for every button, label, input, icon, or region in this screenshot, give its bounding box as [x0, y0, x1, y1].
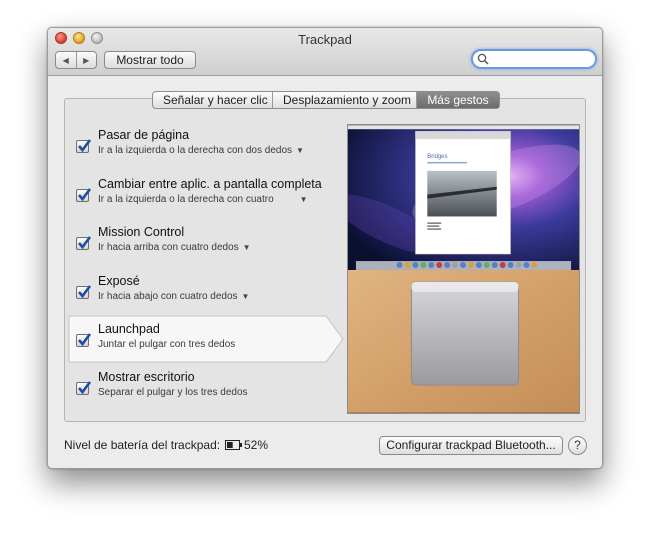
- checkbox-launchpad[interactable]: [76, 333, 92, 347]
- gesture-launchpad[interactable]: Launchpad Juntar el pulgar con tres dedo…: [68, 320, 338, 364]
- gesture-title: Exposé: [98, 274, 140, 288]
- dropdown-arrow-icon: ▼: [296, 146, 304, 155]
- checkbox-expose[interactable]: [76, 285, 92, 299]
- checkmark-icon: [78, 333, 92, 347]
- forward-arrow-icon[interactable]: ▶: [77, 52, 97, 68]
- tab-point-and-click[interactable]: Señalar y hacer clic: [153, 92, 273, 108]
- setup-bluetooth-trackpad-button[interactable]: Configurar trackpad Bluetooth...: [379, 436, 563, 455]
- gesture-option-menu[interactable]: Ir hacia abajo con cuatro dedos ▼: [98, 291, 249, 302]
- battery-icon: [225, 440, 242, 450]
- gesture-option-menu[interactable]: Ir a la izquierda o la derecha con cuatr…: [98, 194, 308, 205]
- gesture-preview-video: Bridges: [347, 124, 580, 414]
- back-forward-control: ◀ ▶: [55, 51, 97, 69]
- checkmark-icon: [78, 188, 92, 202]
- checkbox-show-desktop[interactable]: [76, 381, 92, 395]
- checkmark-icon: [78, 285, 92, 299]
- gesture-description: Separar el pulgar y los tres dedos: [98, 387, 248, 398]
- search-input[interactable]: [490, 52, 592, 66]
- gesture-expose[interactable]: Exposé Ir hacia abajo con cuatro dedos ▼: [68, 272, 338, 316]
- search-field[interactable]: [471, 49, 597, 69]
- title-bar: Trackpad ◀ ▶ Mostrar todo: [48, 28, 602, 76]
- dropdown-arrow-icon: ▼: [242, 243, 251, 252]
- tab-more-gestures[interactable]: Más gestos: [417, 92, 499, 108]
- checkbox-swipe-pages[interactable]: [76, 139, 92, 153]
- battery-level-label: Nivel de batería del trackpad:: [64, 438, 221, 452]
- gesture-option-menu[interactable]: Ir hacia arriba con cuatro dedos ▼: [98, 242, 251, 253]
- checkmark-icon: [78, 139, 92, 153]
- checkmark-icon: [78, 381, 92, 395]
- tab-scroll-and-zoom[interactable]: Desplazamiento y zoom: [273, 92, 417, 108]
- gesture-title: Cambiar entre aplic. a pantalla completa: [98, 177, 322, 191]
- gesture-show-desktop[interactable]: Mostrar escritorio Separar el pulgar y l…: [68, 368, 338, 412]
- preview-document-title: Bridges: [427, 154, 447, 160]
- gesture-description: Juntar el pulgar con tres dedos: [98, 339, 236, 350]
- checkbox-mission-control[interactable]: [76, 236, 92, 250]
- gesture-title: Mostrar escritorio: [98, 370, 195, 384]
- tab-bar: Señalar y hacer clic Desplazamiento y zo…: [152, 91, 500, 109]
- gesture-title: Mission Control: [98, 225, 185, 239]
- checkmark-icon: [78, 236, 92, 250]
- window-title: Trackpad: [298, 32, 352, 47]
- trackpad-window: Trackpad ◀ ▶ Mostrar todo Señalar y hace…: [47, 27, 603, 469]
- back-arrow-icon[interactable]: ◀: [56, 52, 77, 68]
- dropdown-arrow-icon: ▼: [299, 195, 308, 204]
- gesture-title: Launchpad: [98, 322, 160, 336]
- battery-level-value: 52%: [244, 438, 269, 452]
- show-all-button[interactable]: Mostrar todo: [104, 51, 196, 69]
- gesture-option-menu[interactable]: Ir a la izquierda o la derecha con dos d…: [98, 145, 304, 156]
- gesture-mission-control[interactable]: Mission Control Ir hacia arriba con cuat…: [68, 223, 338, 267]
- gesture-swipe-pages[interactable]: Pasar de página Ir a la izquierda o la d…: [68, 126, 338, 170]
- search-icon: [477, 53, 489, 65]
- dropdown-arrow-icon: ▼: [241, 292, 250, 301]
- gesture-title: Pasar de página: [98, 128, 190, 142]
- gesture-swipe-fullscreen-apps[interactable]: Cambiar entre aplic. a pantalla completa…: [68, 175, 338, 219]
- checkbox-swipe-fullscreen-apps[interactable]: [76, 188, 92, 202]
- help-button[interactable]: ?: [568, 436, 587, 455]
